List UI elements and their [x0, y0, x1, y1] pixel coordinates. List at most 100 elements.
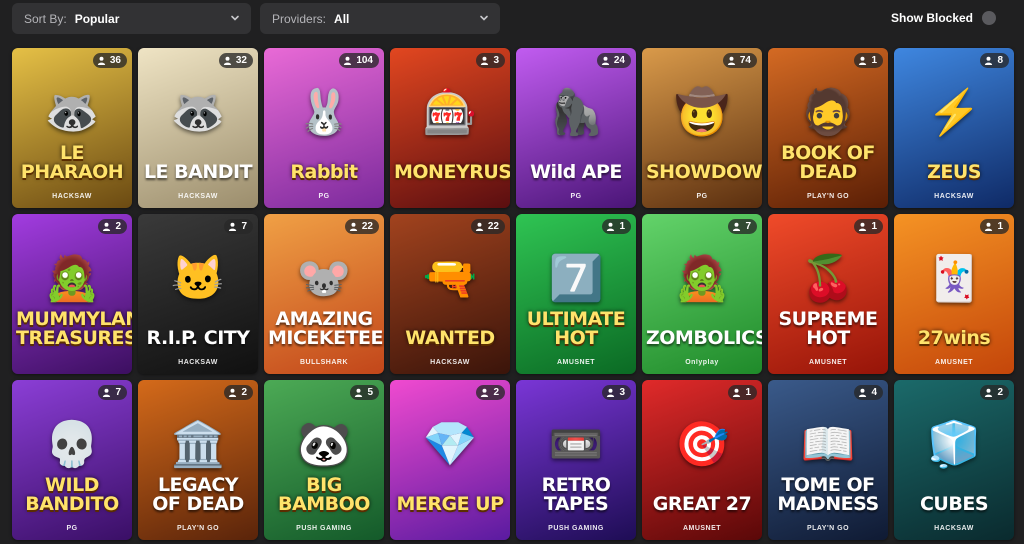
player-count: 1 — [871, 221, 877, 232]
user-icon — [607, 388, 615, 397]
zombie-cup-icon: 🧟 — [674, 254, 730, 303]
game-tile[interactable]: 7️⃣ 1 ULTIMATE HOT AMUSNET — [516, 214, 636, 374]
game-artwork: 🦍 — [516, 48, 636, 208]
game-title: WILD BANDITO — [25, 474, 119, 515]
player-count-badge: 7 — [224, 219, 253, 234]
providers-dropdown[interactable]: Providers: All — [260, 3, 500, 34]
player-count-badge: 2 — [224, 385, 253, 400]
game-tile[interactable]: 🐱 7 R.I.P. CITY HACKSAW — [138, 214, 258, 374]
game-title: BOOK OF DEAD — [781, 142, 875, 183]
game-tile[interactable]: 💀 7 WILD BANDITO PG — [12, 380, 132, 540]
provider-logo: HACKSAW — [52, 193, 92, 200]
show-blocked-toggle[interactable] — [982, 11, 996, 25]
game-artwork: 7️⃣ — [516, 214, 636, 374]
dartboard-icon: 🎯 — [674, 420, 730, 469]
game-tile[interactable]: ⚡ 8 ZEUS HACKSAW — [894, 48, 1014, 208]
temple-icon: 🏛️ — [170, 420, 226, 469]
player-count: 3 — [493, 55, 499, 66]
game-tile[interactable]: 🏛️ 2 LEGACY OF DEAD PLAY'N GO — [138, 380, 258, 540]
provider-logo: Onlyplay — [685, 359, 719, 366]
game-tile[interactable]: 🦝 36 LE PHARAOH HACKSAW — [12, 48, 132, 208]
player-count-badge: 2 — [98, 219, 127, 234]
player-count: 22 — [487, 221, 499, 232]
game-artwork: 🧟 — [642, 214, 762, 374]
game-tile[interactable]: 🍒 1 SUPREME HOT AMUSNET — [768, 214, 888, 374]
game-artwork: 🦝 — [12, 48, 132, 208]
player-count: 1 — [997, 221, 1003, 232]
game-title: AMAZING MICEKETEERS — [268, 308, 384, 349]
user-icon — [985, 56, 993, 65]
show-blocked-control: Show Blocked — [891, 11, 996, 25]
player-count: 36 — [109, 55, 121, 66]
player-count-badge: 32 — [218, 53, 253, 68]
game-tile[interactable]: 🎰 3 MONEYRUSH — [390, 48, 510, 208]
game-title: TOME OF MADNESS — [777, 474, 879, 515]
mummy-icon: 🧟 — [44, 254, 100, 303]
game-tile[interactable]: 🤠 74 SHOWDOWN PG — [642, 48, 762, 208]
game-artwork: 💎 — [390, 380, 510, 540]
user-icon — [103, 388, 111, 397]
user-icon — [985, 388, 993, 397]
game-tile[interactable]: 🎯 1 GREAT 27 AMUSNET — [642, 380, 762, 540]
game-tile[interactable]: 🔫 22 WANTED HACKSAW — [390, 214, 510, 374]
player-count: 1 — [619, 221, 625, 232]
game-title: R.I.P. CITY — [146, 327, 251, 349]
game-artwork: 📖 — [768, 380, 888, 540]
player-count: 5 — [367, 387, 373, 398]
user-icon — [229, 388, 237, 397]
game-artwork: 🎯 — [642, 380, 762, 540]
provider-logo: AMUSNET — [556, 359, 596, 366]
game-tile[interactable]: 🐰 104 Rabbit PG — [264, 48, 384, 208]
game-tile[interactable]: 🃏 1 27wins AMUSNET — [894, 214, 1014, 374]
game-artwork: 🐰 — [264, 48, 384, 208]
sort-by-value: Popular — [74, 11, 120, 26]
game-tile[interactable]: 🐭 22 AMAZING MICEKETEERS BULLSHARK — [264, 214, 384, 374]
provider-logo: HACKSAW — [178, 193, 218, 200]
game-artwork: 🐼 — [264, 380, 384, 540]
provider-logo: PG — [696, 193, 708, 200]
game-title: GREAT 27 — [652, 493, 752, 515]
gem-icon: 💎 — [422, 420, 478, 469]
chevron-down-icon — [231, 15, 239, 21]
provider-logo: PUSH GAMING — [296, 525, 352, 532]
player-count-badge: 1 — [602, 219, 631, 234]
game-title: MUMMYLAND TREASURES — [16, 308, 132, 349]
user-icon — [601, 56, 609, 65]
game-grid: 🦝 36 LE PHARAOH HACKSAW 🦝 32 LE BANDIT HACKSAW 🐰… — [12, 48, 1014, 540]
game-artwork: 🧟 — [12, 214, 132, 374]
game-tile[interactable]: 🧟 7 ZOMBOLICS Onlyplay — [642, 214, 762, 374]
game-title: Rabbit — [290, 161, 358, 183]
raccoon-pharaoh-icon: 🦝 — [44, 88, 100, 137]
sort-by-dropdown[interactable]: Sort By: Popular — [12, 3, 251, 34]
game-tile[interactable]: 🐼 5 BIG BAMBOO PUSH GAMING — [264, 380, 384, 540]
player-count-badge: 7 — [98, 385, 127, 400]
game-title: MERGE UP — [396, 493, 504, 515]
providers-label: Providers: — [272, 11, 327, 26]
provider-logo: PLAY'N GO — [176, 525, 220, 532]
game-tile[interactable]: 🦝 32 LE BANDIT HACKSAW — [138, 48, 258, 208]
provider-logo: AMUSNET — [808, 359, 848, 366]
provider-logo: PLAY'N GO — [806, 193, 850, 200]
game-tile[interactable]: 💎 2 MERGE UP — [390, 380, 510, 540]
user-icon — [344, 56, 352, 65]
player-count-badge: 74 — [722, 53, 757, 68]
provider-logo: AMUSNET — [934, 359, 974, 366]
game-tile[interactable]: 📖 4 TOME OF MADNESS PLAY'N GO — [768, 380, 888, 540]
game-tile[interactable]: 🧊 2 CUBES HACKSAW — [894, 380, 1014, 540]
game-artwork: 🃏 — [894, 214, 1014, 374]
game-title: SUPREME HOT — [778, 308, 878, 349]
game-tile[interactable]: 🧔 1 BOOK OF DEAD PLAY'N GO — [768, 48, 888, 208]
provider-logo: HACKSAW — [934, 525, 974, 532]
user-icon — [97, 56, 105, 65]
game-tile[interactable]: 🦍 24 Wild APE PG — [516, 48, 636, 208]
player-count: 24 — [613, 55, 625, 66]
provider-logo: HACKSAW — [178, 359, 218, 366]
player-count: 32 — [235, 55, 247, 66]
chevron-down-icon — [480, 15, 488, 21]
player-count-badge: 22 — [470, 219, 505, 234]
user-icon — [349, 222, 357, 231]
game-tile[interactable]: 🧟 2 MUMMYLAND TREASURES — [12, 214, 132, 374]
seven-icon: 7️⃣ — [548, 254, 604, 303]
mouse-icon: 🐭 — [296, 254, 352, 303]
game-tile[interactable]: 📼 3 RETRO TAPES PUSH GAMING — [516, 380, 636, 540]
